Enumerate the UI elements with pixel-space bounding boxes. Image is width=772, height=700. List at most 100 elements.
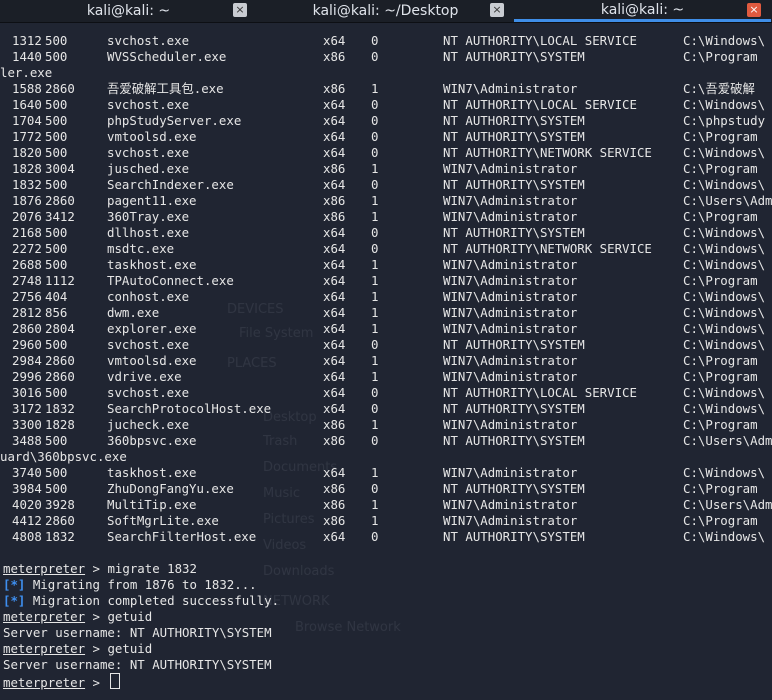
- process-ppid: 2860: [45, 193, 75, 208]
- process-user: WIN7\Administrator: [443, 257, 578, 272]
- process-name: WVSScheduler.exe: [107, 49, 227, 64]
- process-user: NT AUTHORITY\SYSTEM: [443, 49, 585, 64]
- process-ppid: 500: [45, 129, 68, 144]
- process-path: C:\Users\Adm: [683, 193, 772, 208]
- process-name: svchost.exe: [107, 97, 190, 112]
- process-session: 0: [371, 49, 379, 64]
- meterpreter-prompt: meterpreter: [3, 609, 86, 624]
- wrapped-text: uard\360bpsvc.exe: [0, 449, 127, 464]
- process-user: NT AUTHORITY\LOCAL SERVICE: [443, 97, 637, 112]
- process-ppid: 1832: [45, 401, 75, 416]
- process-user: NT AUTHORITY\SYSTEM: [443, 529, 585, 544]
- text-cursor[interactable]: [110, 673, 121, 689]
- process-path: C:\Windows\: [683, 97, 766, 112]
- process-pid: 2688: [12, 257, 42, 272]
- process-ppid: 2860: [45, 81, 75, 96]
- process-pid: 2860: [12, 321, 42, 336]
- process-session: 0: [371, 33, 379, 48]
- terminal-tab-1[interactable]: kali@kali: ~ ×: [0, 0, 257, 22]
- process-pid: 2984: [12, 353, 42, 368]
- process-session: 0: [371, 145, 379, 160]
- terminal-output[interactable]: DEVICES File System PLACES Desktop Trash Docu…: [0, 24, 772, 700]
- terminal-tab-3[interactable]: kali@kali: ~ ×: [514, 0, 771, 22]
- process-path: C:\Windows\: [683, 225, 766, 240]
- prompt-separator: >: [85, 675, 108, 690]
- process-path: C:\Program: [683, 129, 758, 144]
- process-path: C:\phpstudy: [683, 113, 766, 128]
- process-arch: x64: [323, 113, 346, 128]
- process-pid: 3016: [12, 385, 42, 400]
- process-ppid: 500: [45, 481, 68, 496]
- ghost-sidebar-item: Trash: [263, 434, 298, 449]
- close-icon[interactable]: ×: [747, 3, 761, 17]
- process-name: ZhuDongFangYu.exe: [107, 481, 234, 496]
- process-ppid: 1828: [45, 417, 75, 432]
- process-name: dwm.exe: [107, 305, 160, 320]
- process-arch: x64: [323, 225, 346, 240]
- close-icon[interactable]: ×: [233, 3, 247, 17]
- console-line-content: Server username: NT AUTHORITY\SYSTEM: [3, 625, 272, 640]
- command-output: Server username: NT AUTHORITY\SYSTEM: [3, 657, 272, 672]
- process-arch: x86: [323, 193, 346, 208]
- process-session: 1: [371, 273, 379, 288]
- process-arch: x86: [323, 209, 346, 224]
- process-name: svchost.exe: [107, 33, 190, 48]
- process-path: C:\Program: [683, 161, 758, 176]
- process-ppid: 3412: [45, 209, 75, 224]
- process-name: 360bpsvc.exe: [107, 433, 197, 448]
- process-name: vmtoolsd.exe: [107, 129, 197, 144]
- process-session: 1: [371, 353, 379, 368]
- process-name: 吾爱破解工具包.exe: [107, 81, 224, 96]
- prompt-separator: >: [85, 561, 108, 576]
- tab-bar: kali@kali: ~ × kali@kali: ~/Desktop × kali@k…: [0, 0, 772, 23]
- prompt-separator: >: [85, 609, 108, 624]
- process-arch: x86: [323, 433, 346, 448]
- process-user: WIN7\Administrator: [443, 273, 578, 288]
- console-line-content: Server username: NT AUTHORITY\SYSTEM: [3, 657, 272, 672]
- process-path: C:\吾爱破解: [683, 81, 755, 96]
- terminal-tab-2[interactable]: kali@kali: ~/Desktop ×: [257, 0, 514, 22]
- process-user: WIN7\Administrator: [443, 417, 578, 432]
- process-user: WIN7\Administrator: [443, 305, 578, 320]
- process-name: TPAutoConnect.exe: [107, 273, 234, 288]
- process-user: NT AUTHORITY\SYSTEM: [443, 177, 585, 192]
- process-ppid: 500: [45, 145, 68, 160]
- process-arch: x64: [323, 369, 346, 384]
- console-line: meterpreter > getuid: [3, 609, 152, 625]
- process-user: WIN7\Administrator: [443, 353, 578, 368]
- process-pid: 4808: [12, 529, 42, 544]
- process-user: NT AUTHORITY\SYSTEM: [443, 481, 585, 496]
- process-session: 1: [371, 209, 379, 224]
- process-session: 0: [371, 337, 379, 352]
- process-arch: x86: [323, 81, 346, 96]
- process-pid: 3740: [12, 465, 42, 480]
- process-name: jusched.exe: [107, 161, 190, 176]
- process-session: 0: [371, 529, 379, 544]
- command-output: Server username: NT AUTHORITY\SYSTEM: [3, 625, 272, 640]
- process-session: 0: [371, 225, 379, 240]
- process-user: NT AUTHORITY\SYSTEM: [443, 129, 585, 144]
- process-pid: 1312: [12, 33, 42, 48]
- process-user: WIN7\Administrator: [443, 513, 578, 528]
- status-text: Migration completed successfully.: [25, 593, 280, 608]
- process-arch: x64: [323, 145, 346, 160]
- process-name: dllhost.exe: [107, 225, 190, 240]
- close-icon[interactable]: ×: [490, 3, 504, 17]
- process-pid: 3300: [12, 417, 42, 432]
- console-line-content: meterpreter > getuid: [3, 609, 152, 624]
- tab-title: kali@kali: ~: [86, 3, 171, 19]
- process-pid: 2756: [12, 289, 42, 304]
- process-ppid: 500: [45, 177, 68, 192]
- process-ppid: 2860: [45, 513, 75, 528]
- console-line: [*] Migration completed successfully.: [3, 593, 279, 609]
- process-pid: 3984: [12, 481, 42, 496]
- process-pid: 2272: [12, 241, 42, 256]
- console-line: Server username: NT AUTHORITY\SYSTEM: [3, 625, 272, 641]
- process-ppid: 2860: [45, 369, 75, 384]
- process-user: WIN7\Administrator: [443, 193, 578, 208]
- process-arch: x86: [323, 417, 346, 432]
- ghost-sidebar-item: PLACES: [227, 356, 277, 371]
- process-name: SearchProtocolHost.exe: [107, 401, 272, 416]
- process-path: C:\Program: [683, 353, 758, 368]
- process-session: 1: [371, 161, 379, 176]
